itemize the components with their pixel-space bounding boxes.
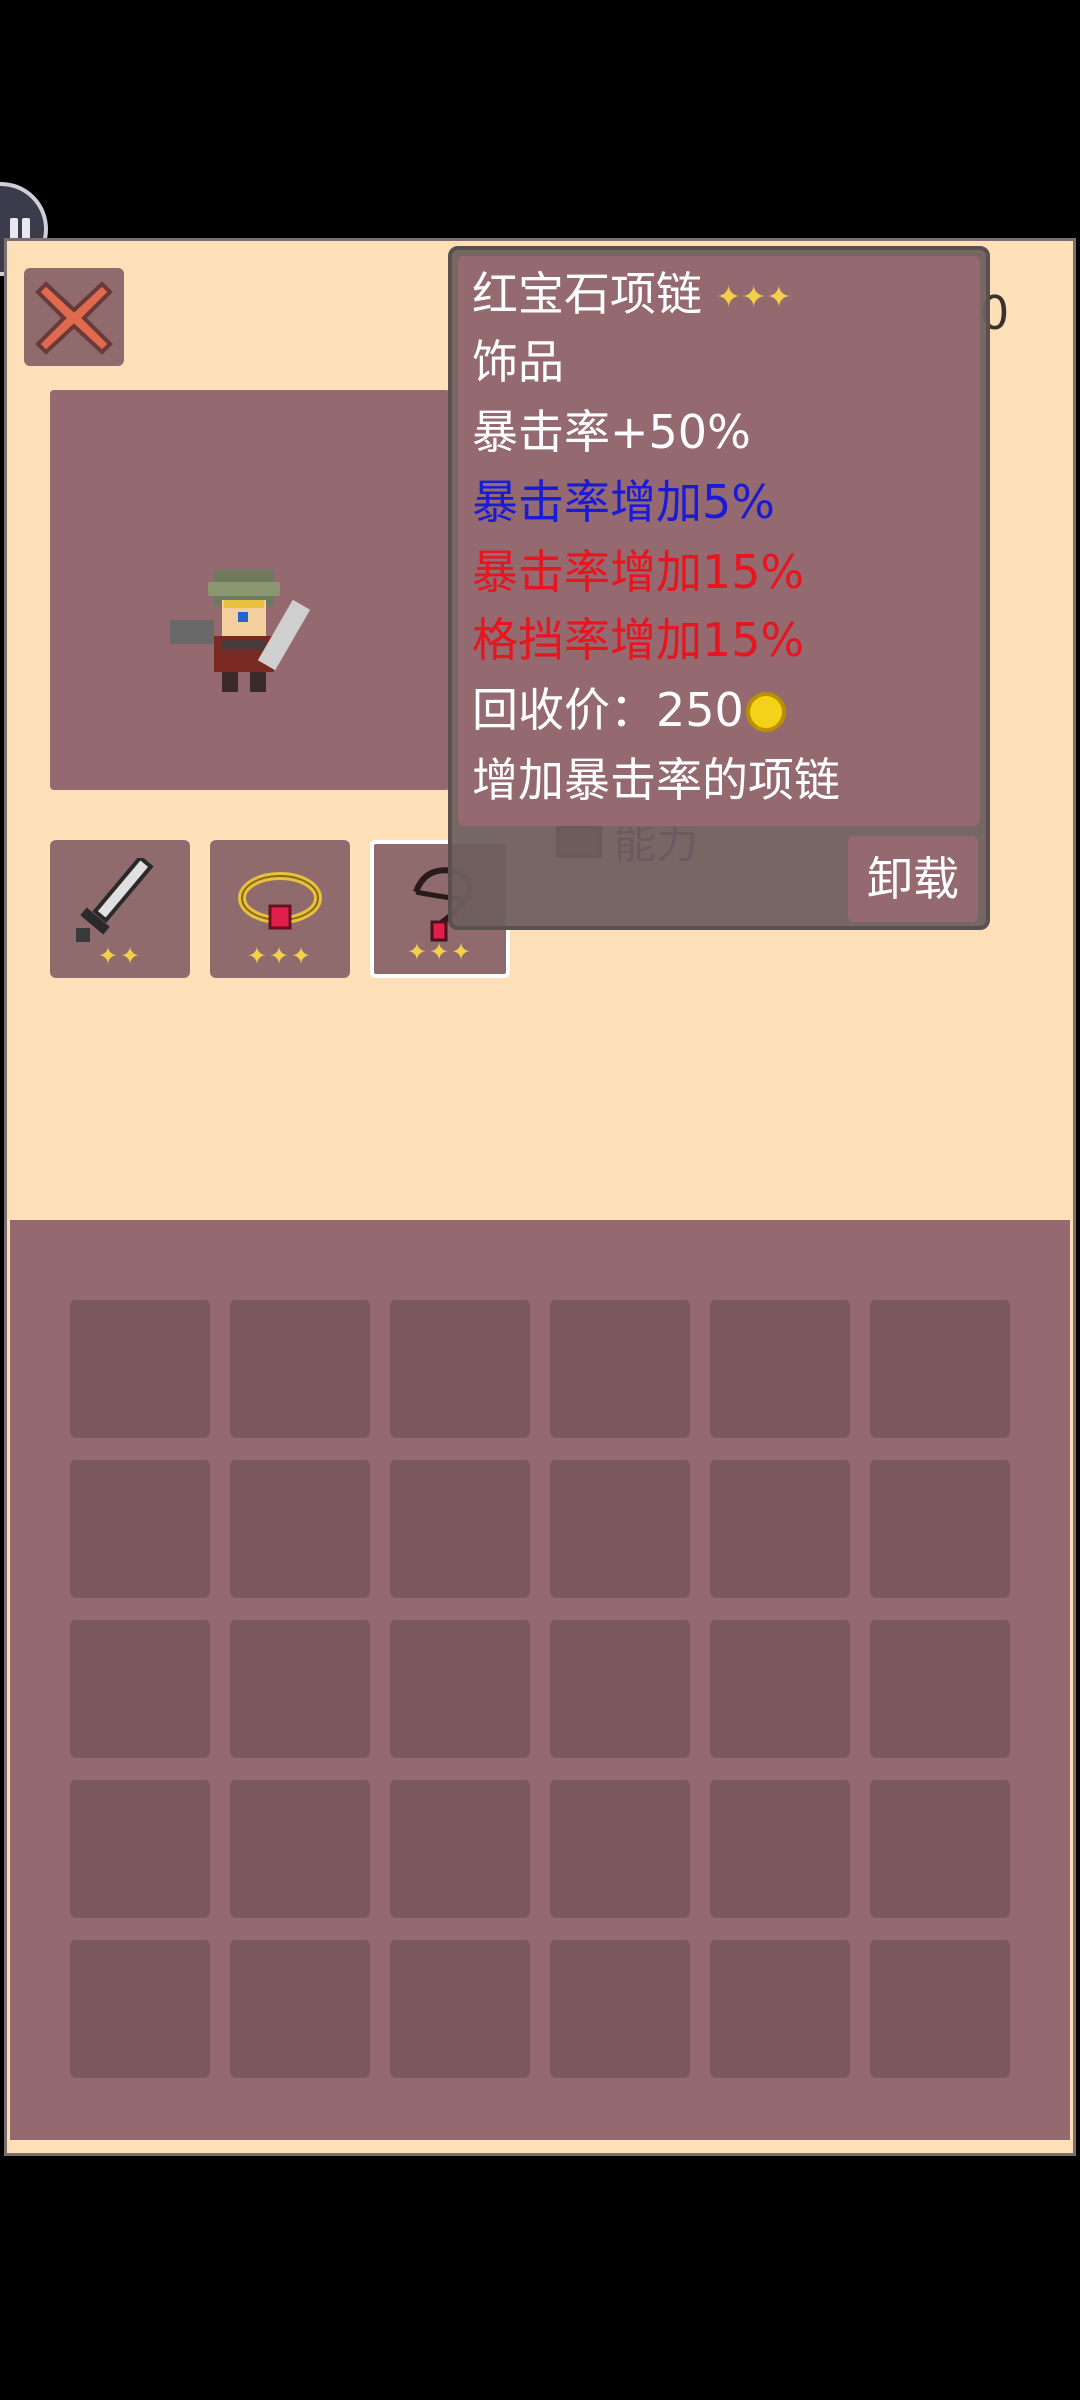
inventory-slot[interactable]: [710, 1780, 850, 1918]
inventory-slot[interactable]: [390, 1620, 530, 1758]
inventory-slot[interactable]: [70, 1300, 210, 1438]
inventory-slot[interactable]: [230, 1940, 370, 2078]
unequip-button[interactable]: 卸载: [848, 836, 978, 922]
inventory-slot[interactable]: [870, 1460, 1010, 1598]
rarity-stars: ✦✦✦: [246, 942, 314, 970]
inventory-slot[interactable]: [710, 1300, 850, 1438]
affix-blue: 暴击率增加5%: [472, 475, 775, 529]
rarity-stars: ✦✦✦: [406, 938, 474, 966]
inventory-slot[interactable]: [230, 1620, 370, 1758]
recycle-price: 回收价：250: [472, 680, 786, 740]
base-stat: 暴击率+50%: [472, 405, 751, 459]
inventory-slot[interactable]: [550, 1780, 690, 1918]
close-icon: [35, 281, 113, 355]
rarity-stars: ✦✦: [97, 942, 143, 970]
inventory-slot[interactable]: [70, 1460, 210, 1598]
inventory-slot[interactable]: [70, 1940, 210, 2078]
tooltip-body: 红宝石项链 ✦✦✦ 饰品 暴击率+50% 暴击率增加5% 暴击率增加15% 格挡率…: [458, 256, 980, 826]
character-portrait: [50, 390, 450, 790]
affix-red-1: 暴击率增加15%: [472, 545, 805, 599]
inventory-slot[interactable]: [870, 1940, 1010, 2078]
inventory-slot[interactable]: [230, 1460, 370, 1598]
item-type: 饰品: [472, 335, 564, 389]
item-tooltip: 红宝石项链 ✦✦✦ 饰品 暴击率+50% 暴击率增加5% 暴击率增加15% 格挡率…: [448, 246, 990, 930]
inventory-slot[interactable]: [870, 1780, 1010, 1918]
inventory-slot[interactable]: [710, 1460, 850, 1598]
item-name: 红宝石项链 ✦✦✦: [472, 267, 792, 321]
inventory-slot[interactable]: [390, 1780, 530, 1918]
close-button[interactable]: [24, 268, 124, 366]
sword-icon: [76, 858, 154, 942]
item-description: 增加暴击率的项链: [472, 753, 840, 807]
inventory-grid: [10, 1220, 1070, 2140]
coin-icon: [745, 692, 786, 732]
inventory-slot[interactable]: [70, 1780, 210, 1918]
inventory-slot[interactable]: [390, 1300, 530, 1438]
inventory-slot[interactable]: [870, 1620, 1010, 1758]
inventory-slot[interactable]: [870, 1300, 1010, 1438]
inventory-slot[interactable]: [230, 1780, 370, 1918]
knight-character-icon: [170, 570, 311, 692]
inventory-slot[interactable]: [550, 1620, 690, 1758]
equip-slot-weapon[interactable]: ✦✦: [50, 840, 190, 978]
inventory-slot[interactable]: [390, 1940, 530, 2078]
inventory-slot[interactable]: [230, 1300, 370, 1438]
inventory-slot[interactable]: [710, 1940, 850, 2078]
inventory-slot[interactable]: [550, 1460, 690, 1598]
inventory-slot[interactable]: [70, 1620, 210, 1758]
equip-slot-ring[interactable]: ✦✦✦: [210, 840, 350, 978]
affix-red-2: 格挡率增加15%: [472, 613, 805, 667]
inventory-slot[interactable]: [550, 1300, 690, 1438]
ring-icon: [238, 872, 322, 930]
inventory-slot[interactable]: [390, 1460, 530, 1598]
inventory-slot[interactable]: [550, 1940, 690, 2078]
rarity-stars: ✦✦✦: [716, 279, 792, 315]
inventory-slot[interactable]: [710, 1620, 850, 1758]
